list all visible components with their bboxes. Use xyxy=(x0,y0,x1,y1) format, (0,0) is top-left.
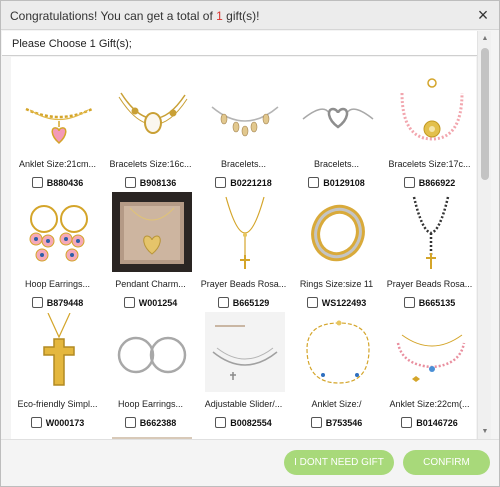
gift-count: 1 xyxy=(216,9,223,23)
product-checkbox[interactable] xyxy=(30,417,42,428)
pink-eye-earrings-icon[interactable] xyxy=(19,192,99,272)
gold-bead-anklet-icon[interactable] xyxy=(298,312,378,392)
pink-bead-bracelet-icon[interactable] xyxy=(391,72,471,152)
product-card[interactable]: Bracelets Size:17c... B866922 xyxy=(383,57,476,188)
product-checkbox[interactable] xyxy=(310,417,322,428)
product-card[interactable]: Hoop Earrings... B662388 xyxy=(104,297,197,428)
product-sku: B753546 xyxy=(325,417,363,428)
product-name: Pendant Charm... xyxy=(115,279,186,289)
product-card[interactable]: Anklet Size:22cm(... B0146726 xyxy=(383,297,476,428)
product-card[interactable]: Pendant Charm... W001254 xyxy=(104,177,197,308)
product-name: Bracelets Size:17c... xyxy=(388,159,471,169)
gift-instruction: Please Choose 1 Gift(s); xyxy=(12,38,132,50)
gold-silver-ring-icon[interactable] xyxy=(298,192,378,272)
product-name: Anklet Size:22cm(... xyxy=(389,399,470,409)
gold-cross-pendant-icon[interactable] xyxy=(19,312,99,392)
product-card[interactable]: Bracelets Size:16c... B908136 xyxy=(104,57,197,188)
product-list: Anklet Size:21cm... B880436 Bracelets Size… xyxy=(11,57,476,439)
product-name: Bracelets... xyxy=(220,159,267,169)
product-name: Prayer Beads Rosa... xyxy=(386,279,473,289)
product-select-row: W000173 xyxy=(11,416,104,429)
title-suffix: gift(s)! xyxy=(222,9,260,23)
rose-bead-anklet-icon[interactable] xyxy=(391,312,471,392)
gift-instruction-bar: Please Choose 1 Gift(s); xyxy=(2,31,477,56)
product-checkbox[interactable] xyxy=(215,417,227,428)
silver-charm-bracelet-icon[interactable] xyxy=(205,72,285,152)
product-name: Anklet Size:/ xyxy=(311,399,362,409)
product-name: Rings Size:size 11 xyxy=(299,279,374,289)
confirm-button[interactable]: CONFIRM xyxy=(403,450,490,475)
gift-modal: Congratulations! You can get a total of … xyxy=(0,0,500,487)
product-select-row: B662388 xyxy=(104,416,197,429)
product-card[interactable]: Bracelets... B0129108 xyxy=(290,57,383,188)
product-name: Eco-friendly Simpl... xyxy=(17,399,98,409)
title-prefix: Congratulations! You can get a total of xyxy=(10,9,217,23)
product-card[interactable]: Prayer Beads Rosa... B665135 xyxy=(383,177,476,308)
product-card[interactable]: Eco-friendly Simpl... W000173 xyxy=(11,297,104,428)
product-name: Prayer Beads Rosa... xyxy=(200,279,287,289)
heart-pendant-box-icon[interactable] xyxy=(112,192,192,272)
product-name: Hoop Earrings... xyxy=(24,279,91,289)
product-card[interactable]: Anklet Size:21cm... B880436 xyxy=(11,57,104,188)
product-card[interactable]: Bracelets... B0221218 xyxy=(197,57,290,188)
gold-bracelet-shell-icon[interactable] xyxy=(112,72,192,152)
modal-footer: I DONT NEED GIFT CONFIRM xyxy=(1,439,499,486)
close-icon[interactable]: × xyxy=(473,4,493,26)
product-select-row: B0146726 xyxy=(383,416,476,429)
silver-heart-bracelet-icon[interactable] xyxy=(298,72,378,152)
product-name: Adjustable Slider/... xyxy=(204,399,283,409)
product-card[interactable]: Anklet Size:/ B753546 xyxy=(290,297,383,428)
product-name: Anklet Size:21cm... xyxy=(18,159,97,169)
modal-title: Congratulations! You can get a total of … xyxy=(10,9,260,23)
product-select-row: B753546 xyxy=(290,416,383,429)
product-card[interactable]: Adjustable Slider/... B0082554 xyxy=(197,297,290,428)
product-card[interactable]: Hoop Earrings... B879448 xyxy=(11,177,104,308)
gold-rosary-icon[interactable] xyxy=(205,192,285,272)
silver-slider-bracelet-icon[interactable] xyxy=(205,312,285,392)
gold-chain-anklet-pink-heart-icon[interactable] xyxy=(19,72,99,152)
product-name: Bracelets Size:16c... xyxy=(109,159,192,169)
product-sku: B0146726 xyxy=(416,417,458,428)
product-card[interactable]: Prayer Beads Rosa... B665129 xyxy=(197,177,290,308)
product-sku: B0082554 xyxy=(230,417,272,428)
product-scrollbar[interactable]: ▲ ▼ xyxy=(477,31,491,439)
scroll-down-icon[interactable]: ▼ xyxy=(480,427,490,437)
black-bead-rosary-icon[interactable] xyxy=(391,192,471,272)
modal-header: Congratulations! You can get a total of … xyxy=(1,1,499,30)
no-gift-button[interactable]: I DONT NEED GIFT xyxy=(284,450,394,475)
product-select-row: B0082554 xyxy=(197,416,290,429)
product-card[interactable]: Rings Size:size 11 WS122493 xyxy=(290,177,383,308)
scroll-thumb[interactable] xyxy=(481,48,489,180)
product-checkbox[interactable] xyxy=(401,417,413,428)
silver-hoop-earrings-icon[interactable] xyxy=(112,312,192,392)
product-sku: B662388 xyxy=(139,417,177,428)
product-name: Hoop Earrings... xyxy=(117,399,184,409)
product-name: Bracelets... xyxy=(313,159,360,169)
product-sku: W000173 xyxy=(45,417,85,428)
product-checkbox[interactable] xyxy=(124,417,136,428)
scroll-up-icon[interactable]: ▲ xyxy=(480,34,490,44)
